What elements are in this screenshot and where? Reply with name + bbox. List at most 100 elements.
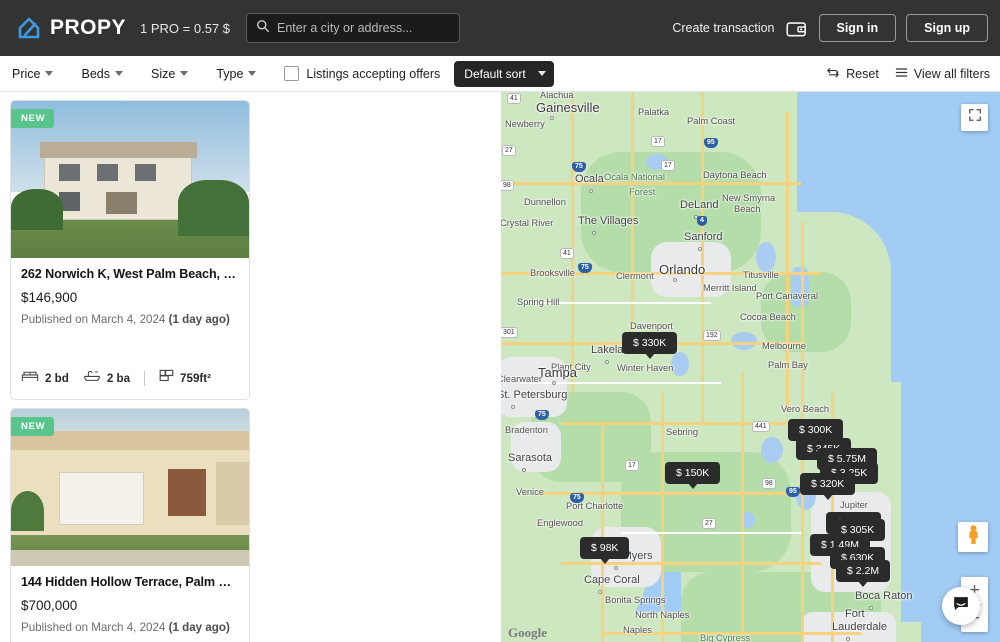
chat-launcher-button[interactable] <box>942 587 980 625</box>
listing-published-ago: (1 day ago) <box>168 313 230 326</box>
map-price-marker[interactable]: $ 98K <box>580 537 630 559</box>
map-city-dot <box>522 468 526 472</box>
listing-title: 144 Hidden Hollow Terrace, Palm Beach ..… <box>21 575 239 589</box>
listing-published-ago: (1 day ago) <box>168 621 230 634</box>
map-road <box>571 92 574 392</box>
map-city-dot <box>552 381 556 385</box>
accepting-offers-checkbox-wrap[interactable]: Listings accepting offers <box>284 66 440 81</box>
listing-info: 262 Norwich K, West Palm Beach, FL 33...… <box>11 258 249 399</box>
map-urban-area <box>511 422 561 472</box>
filter-beds-label: Beds <box>81 66 110 81</box>
sort-selected-value: Default sort <box>464 66 526 81</box>
listing-published: Published on March 4, 2024 (1 day ago) <box>21 621 239 634</box>
map-price-marker[interactable]: $ 150K <box>665 462 721 484</box>
map-road <box>661 392 664 642</box>
chevron-down-icon <box>45 71 54 76</box>
filter-toolbar: Price Beds Size Type Listings accepting … <box>0 56 1000 92</box>
listing-published: Published on March 4, 2024 (1 day ago) <box>21 313 239 326</box>
map-city-dot <box>614 566 618 570</box>
search-icon <box>256 19 270 38</box>
map-road <box>501 272 821 275</box>
search-input[interactable] <box>277 21 451 35</box>
accepting-offers-checkbox[interactable] <box>284 66 300 81</box>
spec-beds: 2 bd <box>21 369 69 387</box>
spec-baths: 2 ba <box>83 369 130 387</box>
listing-card[interactable]: NEW 262 Norwich K, West Palm Beach, FL 3… <box>10 100 250 400</box>
filter-size[interactable]: Size <box>151 67 200 81</box>
map-highway-shield: 301 <box>501 327 518 338</box>
map-highway-shield: 192 <box>703 330 721 341</box>
map-street-view-button[interactable] <box>958 522 988 552</box>
wallet-icon[interactable] <box>785 16 809 40</box>
map-price-marker[interactable]: $ 2.2M <box>836 560 891 582</box>
main-body: NEW 262 Norwich K, West Palm Beach, FL 3… <box>0 92 1000 642</box>
spec-area: 759ft² <box>159 369 211 387</box>
reset-label: Reset <box>846 66 879 81</box>
map-attribution: Google <box>508 625 547 640</box>
propy-house-logo-icon <box>16 15 42 41</box>
filter-price-label: Price <box>12 66 41 81</box>
map-city-dot <box>605 360 609 364</box>
map-highway-shield: 41 <box>560 248 574 259</box>
map-city-dot <box>846 637 850 641</box>
sign-up-button[interactable]: Sign up <box>906 14 988 42</box>
map-city-dot <box>698 247 702 251</box>
map-city-dot <box>859 624 863 628</box>
map-road <box>631 92 634 352</box>
map-lake <box>761 437 783 463</box>
filter-lines-icon <box>895 66 908 82</box>
map-lake <box>671 352 689 376</box>
status-badge: NEW <box>11 417 55 436</box>
map-price-marker[interactable]: $ 330K <box>622 332 678 354</box>
map-road <box>741 372 744 642</box>
listing-info: 144 Hidden Hollow Terrace, Palm Beach ..… <box>11 566 249 642</box>
pro-rate: 1 PRO = 0.57 $ <box>140 20 231 36</box>
map-lake <box>756 242 776 272</box>
listing-price: $700,000 <box>21 598 78 613</box>
create-transaction-link[interactable]: Create transaction <box>672 21 774 35</box>
brand[interactable]: PROPY <box>16 15 126 41</box>
map-highway-shield: 441 <box>752 421 770 432</box>
top-header: PROPY 1 PRO = 0.57 $ Create transaction <box>0 0 1000 56</box>
map-fullscreen-button[interactable] <box>961 104 988 131</box>
listing-card[interactable]: NEW 144 Hidden Hollow Terrace, Palm Beac… <box>10 408 250 642</box>
divider <box>144 370 146 386</box>
accepting-offers-label: Listings accepting offers <box>306 66 441 81</box>
map-highway-shield: 95 <box>786 487 800 497</box>
map-highway-shield: 17 <box>651 136 665 147</box>
status-badge: NEW <box>11 109 55 128</box>
map-city-dot <box>598 590 602 594</box>
map-road <box>786 112 789 412</box>
spec-beds-value: 2 bd <box>45 371 69 385</box>
map-city-dot <box>589 189 593 193</box>
map-highway-shield: 17 <box>661 160 675 171</box>
map-city-dot <box>550 116 554 120</box>
header-actions: Create transaction Sign in Sign up <box>672 14 988 42</box>
view-all-filters-button[interactable]: View all filters <box>895 66 990 82</box>
map-price-marker[interactable]: $ 320K <box>800 473 856 495</box>
spec-area-value: 759ft² <box>180 371 211 385</box>
search-box[interactable] <box>246 13 461 43</box>
sort-select[interactable]: Default sort <box>454 60 554 87</box>
chevron-down-icon <box>114 71 123 76</box>
filter-beds[interactable]: Beds <box>81 67 135 81</box>
listing-title: 262 Norwich K, West Palm Beach, FL 33... <box>21 267 239 281</box>
brand-name: PROPY <box>50 16 127 39</box>
map-highway-shield: 27 <box>702 518 716 529</box>
bathtub-icon <box>83 369 101 387</box>
sign-in-button[interactable]: Sign in <box>818 14 897 42</box>
chat-bubble-icon <box>952 595 970 618</box>
map-highway-shield: 75 <box>578 263 592 273</box>
reset-filters-button[interactable]: Reset <box>826 65 879 82</box>
map-road-minor <box>621 532 801 534</box>
listing-photo[interactable]: NEW <box>11 409 249 566</box>
filter-type[interactable]: Type <box>216 67 268 81</box>
view-all-filters-label: View all filters <box>913 66 990 81</box>
filter-price[interactable]: Price <box>12 67 65 81</box>
map-urban-area <box>651 242 731 297</box>
map-highway-shield: 75 <box>572 162 586 172</box>
listing-photo[interactable]: NEW <box>11 101 249 258</box>
map-panel[interactable]: Alachua Gainesville Newberry Palatka Palm Co… <box>501 92 1000 642</box>
filter-size-label: Size <box>150 66 176 81</box>
map-city-dot <box>869 606 873 610</box>
